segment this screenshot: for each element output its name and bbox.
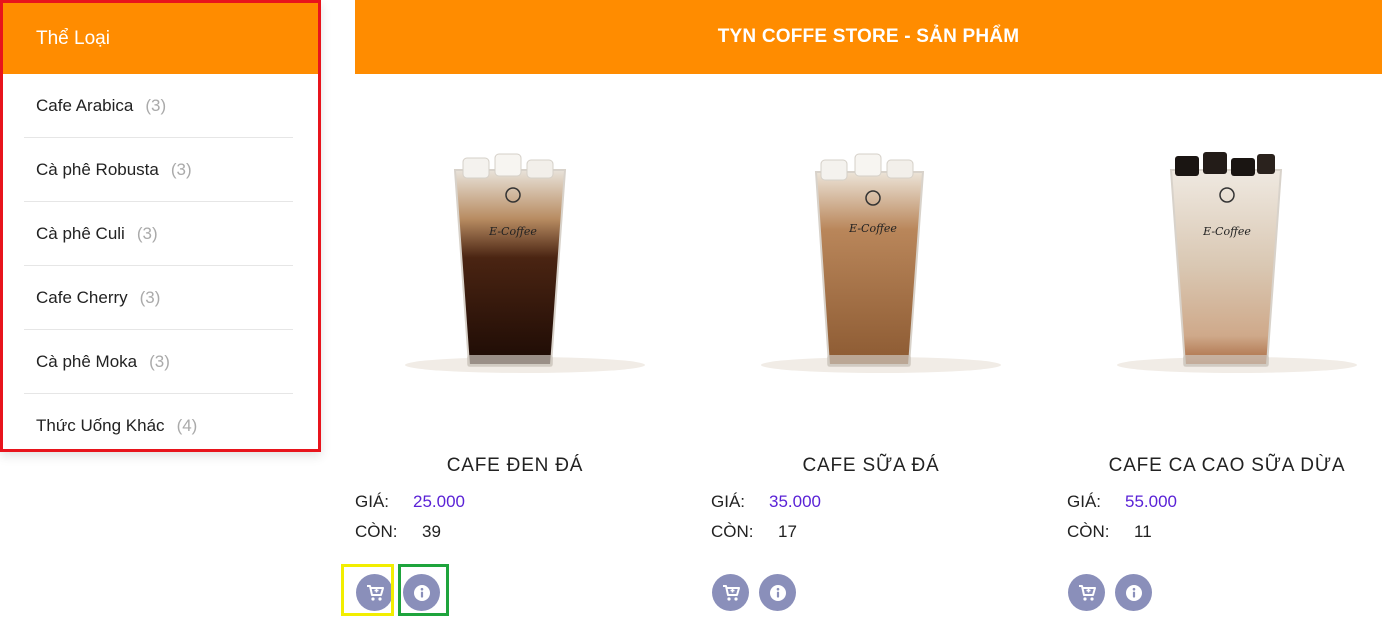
- add-to-cart-button[interactable]: [356, 574, 393, 611]
- category-label: Cafe Arabica: [36, 95, 134, 115]
- category-label: Cafe Cherry: [36, 287, 128, 307]
- stock-row: CÒN: 17: [711, 522, 797, 542]
- category-item-cherry[interactable]: Cafe Cherry (3): [24, 266, 293, 330]
- category-count: (3): [139, 287, 161, 307]
- price-row: GIÁ: 55.000: [1067, 492, 1177, 512]
- price-row: GIÁ: 35.000: [711, 492, 821, 512]
- svg-text:E-Coffee: E-Coffee: [488, 225, 537, 238]
- stock-label: CÒN:: [711, 522, 754, 541]
- category-label: Thức Uống Khác: [36, 415, 165, 435]
- category-item-other-drinks[interactable]: Thức Uống Khác (4): [24, 394, 293, 457]
- category-item-robusta[interactable]: Cà phê Robusta (3): [24, 138, 293, 202]
- info-icon: [769, 584, 786, 601]
- svg-text:E-Coffee: E-Coffee: [848, 222, 897, 235]
- product-image[interactable]: E-Coffee: [1067, 140, 1382, 390]
- category-count: (3): [136, 223, 158, 243]
- add-to-cart-button[interactable]: [712, 574, 749, 611]
- add-to-cart-button[interactable]: [1068, 574, 1105, 611]
- product-info-button[interactable]: [759, 574, 796, 611]
- category-count: (3): [145, 95, 167, 115]
- category-list: Cafe Arabica (3) Cà phê Robusta (3) Cà p…: [3, 74, 318, 457]
- price-label: GIÁ:: [1067, 492, 1102, 511]
- category-label: Cà phê Robusta: [36, 159, 159, 179]
- info-icon: [1125, 584, 1142, 601]
- page-title: TYN COFFE STORE - SẢN PHẨM: [355, 0, 1382, 74]
- category-item-moka[interactable]: Cà phê Moka (3): [24, 330, 293, 394]
- product-name[interactable]: CAFE SỮA ĐÁ: [711, 455, 1031, 477]
- stock-value: 17: [778, 522, 797, 541]
- price-value: 35.000: [769, 492, 821, 511]
- stock-row: CÒN: 11: [1067, 522, 1152, 542]
- svg-text:E-Coffee: E-Coffee: [1202, 225, 1251, 238]
- sidebar-title: Thể Loại: [3, 3, 318, 74]
- price-label: GIÁ:: [711, 492, 746, 511]
- add-to-cart-icon: [722, 584, 740, 601]
- stock-row: CÒN: 39: [355, 522, 441, 542]
- category-label: Cà phê Culi: [36, 223, 125, 243]
- product-name[interactable]: CAFE CA CAO SỮA DỪA: [1067, 455, 1382, 477]
- category-sidebar: Thể Loại Cafe Arabica (3) Cà phê Robusta…: [0, 0, 321, 452]
- stock-value: 39: [422, 522, 441, 541]
- category-count: (3): [170, 159, 192, 179]
- price-label: GIÁ:: [355, 492, 390, 511]
- price-value: 55.000: [1125, 492, 1177, 511]
- product-image[interactable]: E-Coffee: [355, 140, 675, 390]
- info-icon: [413, 584, 430, 601]
- product-info-button[interactable]: [403, 574, 440, 611]
- product-info-button[interactable]: [1115, 574, 1152, 611]
- add-to-cart-icon: [366, 584, 384, 601]
- product-card: E-Coffee CAFE ĐEN ĐÁ GIÁ: 25.000 CÒN: 39: [355, 110, 675, 630]
- category-item-culi[interactable]: Cà phê Culi (3): [24, 202, 293, 266]
- price-row: GIÁ: 25.000: [355, 492, 465, 512]
- product-card: E-Coffee CAFE SỮA ĐÁ GIÁ: 35.000 CÒN: 17: [711, 110, 1031, 630]
- stock-label: CÒN:: [1067, 522, 1110, 541]
- price-value: 25.000: [413, 492, 465, 511]
- stock-value: 11: [1134, 522, 1152, 541]
- category-item-arabica[interactable]: Cafe Arabica (3): [24, 74, 293, 138]
- category-count: (3): [149, 351, 170, 371]
- product-card: E-Coffee CAFE CA CAO SỮA DỪA GIÁ: 55.000 …: [1067, 110, 1382, 630]
- product-name[interactable]: CAFE ĐEN ĐÁ: [355, 455, 675, 477]
- add-to-cart-icon: [1078, 584, 1096, 601]
- stock-label: CÒN:: [355, 522, 398, 541]
- category-count: (4): [176, 415, 198, 435]
- product-image[interactable]: E-Coffee: [711, 140, 1031, 390]
- category-label: Cà phê Moka: [36, 351, 138, 371]
